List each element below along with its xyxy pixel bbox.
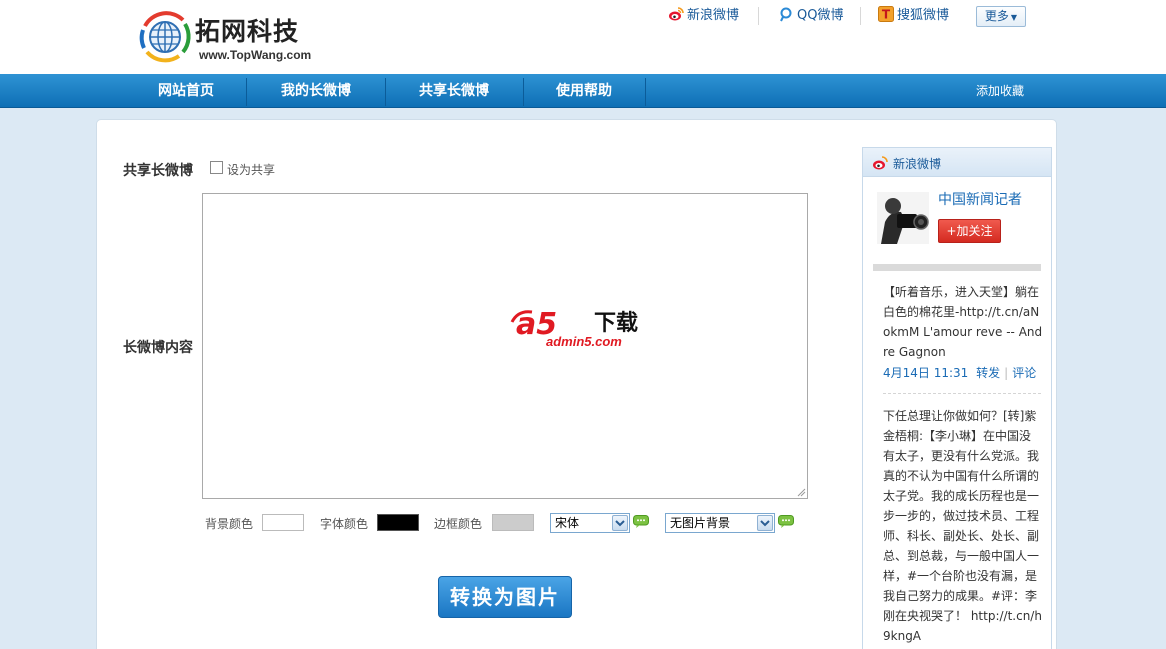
chevron-down-icon: ▼ [1010,13,1018,22]
comment-link[interactable]: 评论 [1012,366,1036,380]
convert-to-image-button[interactable]: 转换为图片 [438,576,572,618]
svg-text:T: T [882,8,891,22]
nav-item-my-weibo[interactable]: 我的长微博 [262,74,370,108]
more-dropdown-button[interactable]: 更多 ▼ [976,6,1026,27]
content-textarea[interactable]: a5 下载 admin5.com [202,193,808,499]
font-select[interactable]: 宋体 [550,513,630,533]
sina-weibo-icon [873,156,888,170]
bg-color-label: 背景颜色 [205,517,254,531]
site-logo[interactable]: 拓网科技 www.TopWang.com [137,8,327,66]
post-meta: 4月14日 11:31 转发 | 评论 [883,364,1036,381]
header: 拓网科技 www.TopWang.com 新浪微博 QQ微博 T 搜狐微博 更多… [0,0,1166,74]
nav-item-shared-weibo[interactable]: 共享长微博 [400,74,508,108]
widget-title: 新浪微博 [893,157,942,171]
nav-separator [246,78,247,106]
qq-weibo-link[interactable]: QQ微博 [778,6,843,26]
watermark-site-text: admin5.com [546,334,622,349]
sohu-weibo-label: 搜狐微博 [897,8,950,23]
camera-photographer-icon [877,192,929,244]
weibo-post-text: 【听着音乐，进入天堂】躺在白色的棉花里-http://t.cn/aNokmM L… [883,285,1043,359]
add-favorite-link[interactable]: 添加收藏 [960,74,1040,108]
nav-separator [523,78,524,106]
sohu-weibo-link[interactable]: T 搜狐微博 [878,6,949,26]
brand-url: www.TopWang.com [199,48,312,62]
sohu-weibo-icon: T [878,6,894,22]
font-color-swatch[interactable] [377,514,419,531]
nav-separator [385,78,386,106]
watermark-cn-text: 下载 [594,310,638,336]
share-checkbox-label[interactable]: 设为共享 [227,161,275,178]
bg-image-tip-chat-icon[interactable] [778,515,794,528]
avatar[interactable] [877,192,929,244]
brand-name: 拓网科技 [195,17,300,46]
qq-weibo-icon [780,7,792,22]
bg-color-swatch[interactable] [262,514,304,531]
toplink-separator [860,7,861,25]
post-divider [883,393,1041,394]
weibo-post-text: 下任总理让你做如何？[转]紫金梧桐:【李小琳】在中国没有太子，更没有什么党派。我… [883,409,1042,643]
main-nav: 网站首页 我的长微博 共享长微博 使用帮助 添加收藏 [0,74,1166,108]
font-select-value: 宋体 [555,516,580,530]
font-color-label: 字体颜色 [320,517,369,531]
toplink-separator [758,7,759,25]
font-tip-chat-icon[interactable] [633,515,649,528]
border-color-swatch[interactable] [492,514,534,531]
follow-button[interactable]: +加关注 [938,219,1001,243]
select-arrow-icon [612,515,628,531]
share-label: 共享长微博 [123,163,193,179]
sina-weibo-label: 新浪微博 [687,8,740,23]
admin5-watermark-logo: a5 下载 admin5.com [510,307,638,349]
more-label: 更多 [984,9,1009,23]
globe-logo-icon [139,11,191,63]
bg-image-select-value: 无图片背景 [670,516,731,530]
sina-weibo-link[interactable]: 新浪微博 [668,6,739,26]
nav-item-help[interactable]: 使用帮助 [538,74,630,108]
repost-link[interactable]: 转发 [976,366,1000,380]
sina-weibo-widget: 新浪微博 中国新闻记者 +加关注 【听着音乐，进入天堂】躺在白色的棉花里-htt… [862,147,1052,649]
share-checkbox[interactable] [210,161,223,174]
sina-weibo-icon [669,7,684,21]
border-color-label: 边框颜色 [434,517,483,531]
widget-divider [873,264,1041,271]
widget-header: 新浪微博 [863,148,1051,177]
nav-separator [645,78,646,106]
content-label: 长微博内容 [123,340,193,356]
bg-image-select[interactable]: 无图片背景 [665,513,775,533]
select-arrow-icon [757,515,773,531]
user-name-link[interactable]: 中国新闻记者 [938,189,1022,209]
nav-item-home[interactable]: 网站首页 [140,74,232,108]
qq-weibo-label: QQ微博 [797,8,844,23]
resize-grip-icon[interactable] [796,487,806,497]
post-time-link[interactable]: 4月14日 11:31 [883,366,968,380]
meta-separator: | [1004,366,1009,380]
